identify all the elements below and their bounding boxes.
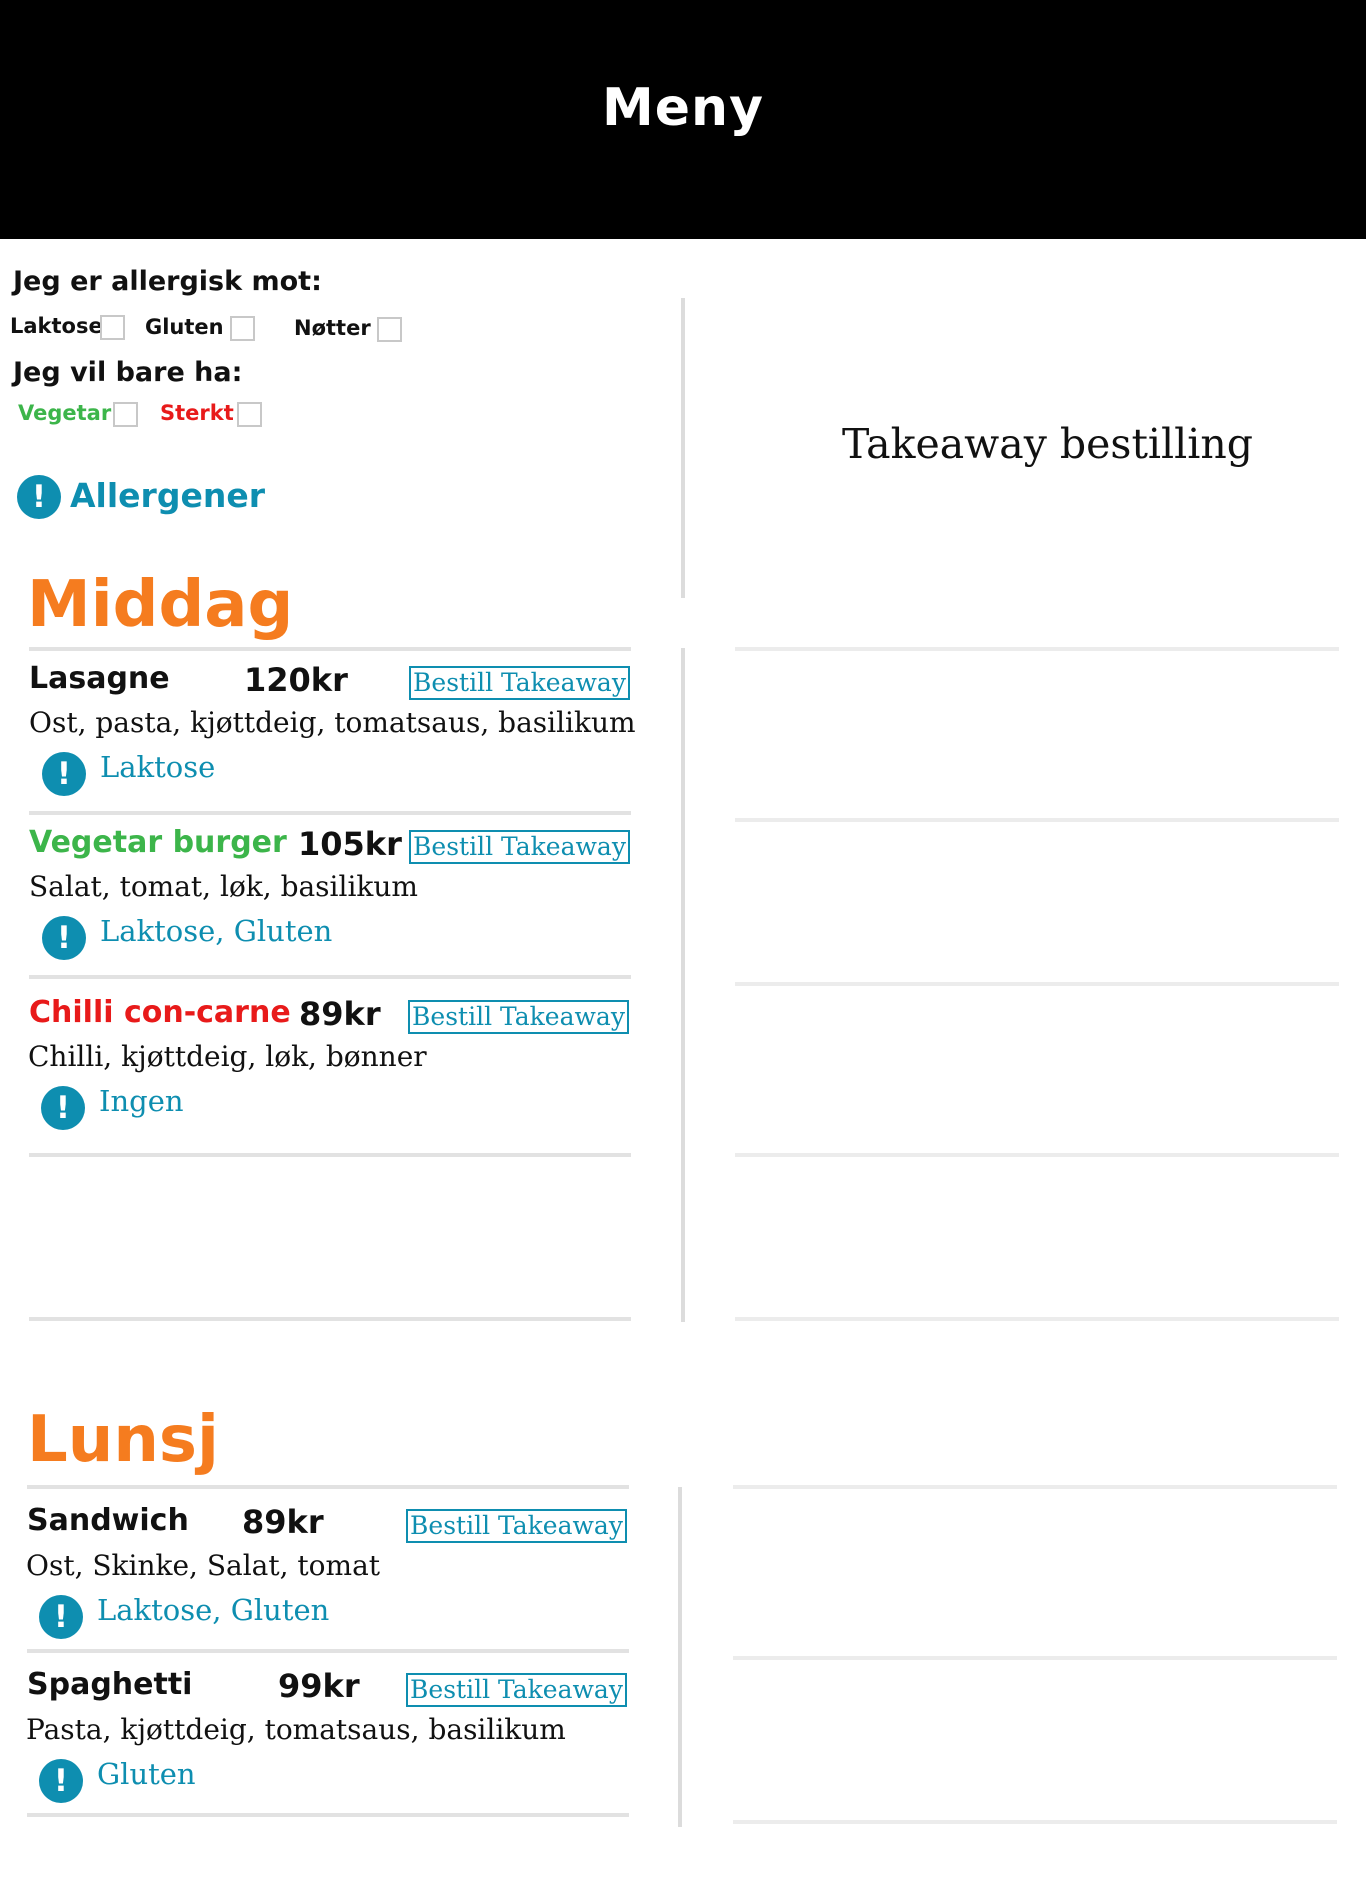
order-takeaway-button[interactable]: Bestill Takeaway bbox=[409, 830, 630, 864]
takeaway-divider bbox=[733, 1485, 1337, 1489]
divider bbox=[29, 647, 631, 651]
dish-description: Chilli, kjøttdeig, løk, bønner bbox=[28, 1040, 427, 1073]
allergen-alert-icon: ! bbox=[42, 752, 86, 796]
checkbox-sterkt[interactable] bbox=[237, 402, 262, 427]
allergener-link[interactable]: Allergener bbox=[70, 476, 265, 515]
filter-label-laktose: Laktose bbox=[10, 314, 103, 338]
divider bbox=[27, 1813, 629, 1817]
dish-allergens: Laktose, Gluten bbox=[100, 914, 333, 948]
divider bbox=[29, 1317, 631, 1321]
dish-allergens: Gluten bbox=[97, 1757, 196, 1791]
dish-name: Sandwich bbox=[27, 1503, 189, 1538]
takeaway-divider bbox=[735, 818, 1339, 822]
divider bbox=[27, 1649, 629, 1653]
takeaway-divider bbox=[735, 647, 1339, 651]
dish-price: 89kr bbox=[242, 1503, 324, 1541]
filter-label-sterkt: Sterkt bbox=[160, 401, 234, 425]
dish-allergens: Laktose bbox=[100, 750, 216, 784]
preference-heading: Jeg vil bare ha: bbox=[13, 357, 243, 388]
divider bbox=[27, 1485, 629, 1489]
takeaway-divider bbox=[733, 1656, 1337, 1660]
dish-allergens: Laktose, Gluten bbox=[97, 1593, 330, 1627]
allergen-alert-icon: ! bbox=[41, 1086, 85, 1130]
dish-name: Vegetar burger bbox=[29, 825, 287, 860]
page-title: Meny bbox=[602, 78, 764, 138]
allergy-heading: Jeg er allergisk mot: bbox=[13, 266, 322, 297]
dish-description: Pasta, kjøttdeig, tomatsaus, basilikum bbox=[26, 1713, 566, 1746]
dish-name: Chilli con-carne bbox=[29, 995, 291, 1030]
section-title-lunsj: Lunsj bbox=[27, 1403, 219, 1477]
checkbox-notter[interactable] bbox=[377, 317, 402, 342]
dish-name: Lasagne bbox=[29, 661, 170, 696]
filter-label-gluten: Gluten bbox=[145, 315, 224, 339]
page-header: Meny bbox=[0, 0, 1366, 239]
divider bbox=[29, 975, 631, 979]
section-title-middag: Middag bbox=[27, 568, 294, 642]
dish-price: 99kr bbox=[278, 1667, 360, 1705]
dish-description: Ost, Skinke, Salat, tomat bbox=[26, 1549, 381, 1582]
dish-allergens: Ingen bbox=[99, 1084, 184, 1118]
checkbox-laktose[interactable] bbox=[100, 315, 125, 340]
checkbox-gluten[interactable] bbox=[230, 316, 255, 341]
column-divider bbox=[681, 298, 685, 598]
takeaway-title: Takeaway bestilling bbox=[842, 420, 1254, 468]
filter-label-vegetar: Vegetar bbox=[18, 401, 112, 425]
takeaway-divider bbox=[733, 1820, 1337, 1824]
takeaway-divider bbox=[735, 1317, 1339, 1321]
dish-price: 89kr bbox=[299, 995, 381, 1033]
order-takeaway-button[interactable]: Bestill Takeaway bbox=[409, 666, 630, 700]
takeaway-divider bbox=[735, 982, 1339, 986]
column-divider bbox=[681, 648, 685, 1322]
dish-description: Salat, tomat, løk, basilikum bbox=[29, 870, 418, 903]
allergen-alert-icon: ! bbox=[42, 916, 86, 960]
order-takeaway-button[interactable]: Bestill Takeaway bbox=[406, 1673, 627, 1707]
order-takeaway-button[interactable]: Bestill Takeaway bbox=[406, 1509, 627, 1543]
allergen-alert-icon: ! bbox=[39, 1759, 83, 1803]
checkbox-vegetar[interactable] bbox=[113, 402, 138, 427]
order-takeaway-button[interactable]: Bestill Takeaway bbox=[408, 1000, 629, 1034]
alert-icon: ! bbox=[17, 475, 61, 519]
takeaway-divider bbox=[735, 1153, 1339, 1157]
dish-price: 120kr bbox=[244, 661, 348, 699]
dish-name: Spaghetti bbox=[27, 1667, 193, 1702]
divider bbox=[29, 1153, 631, 1157]
dish-description: Ost, pasta, kjøttdeig, tomatsaus, basili… bbox=[29, 706, 636, 739]
column-divider bbox=[678, 1487, 682, 1827]
allergen-alert-icon: ! bbox=[39, 1595, 83, 1639]
filter-label-notter: Nøtter bbox=[294, 316, 371, 340]
divider bbox=[29, 811, 631, 815]
dish-price: 105kr bbox=[298, 825, 402, 863]
